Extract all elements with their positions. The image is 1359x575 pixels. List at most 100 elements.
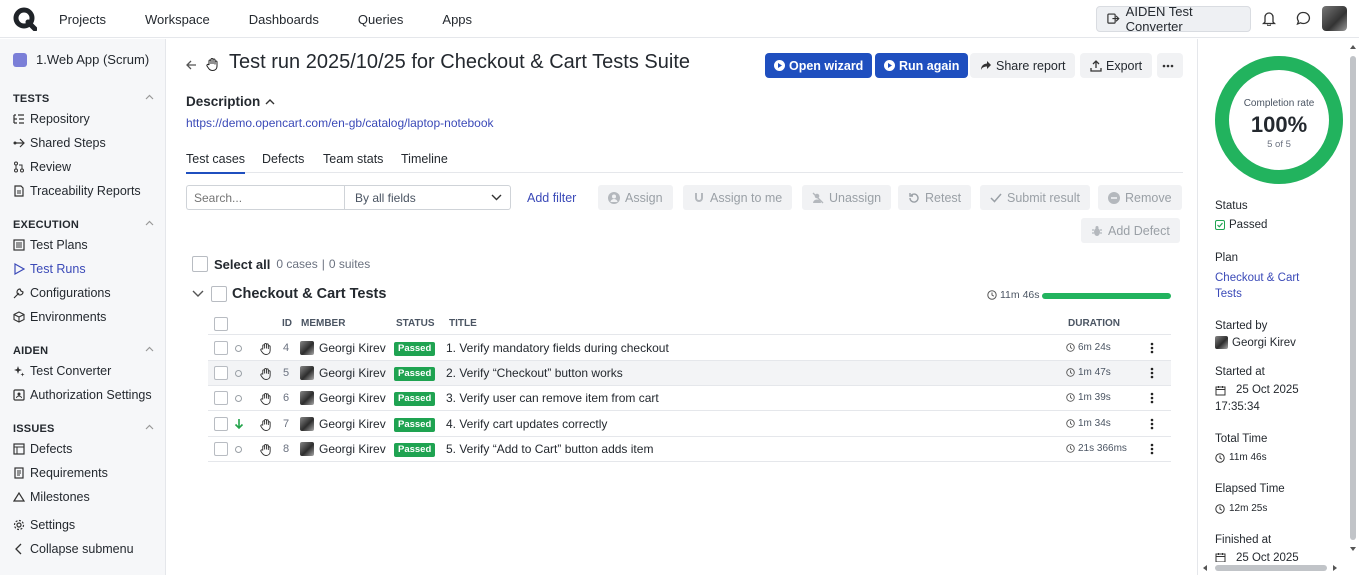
assign-button[interactable]: Assign <box>598 185 673 210</box>
sidebar-item-label: Environments <box>30 310 107 324</box>
nav-apps[interactable]: Apps <box>442 12 472 27</box>
sidebar-item-defects[interactable]: Defects <box>13 442 72 456</box>
suite-checkbox[interactable] <box>211 286 227 302</box>
row-checkbox[interactable] <box>214 366 228 380</box>
submit-result-button[interactable]: Submit result <box>980 185 1090 210</box>
bell-icon[interactable] <box>1262 11 1276 26</box>
sidebar-item-milestones[interactable]: Milestones <box>13 490 90 504</box>
more-vertical-icon[interactable] <box>1150 443 1154 455</box>
status-text: Passed <box>1229 219 1268 231</box>
row-title[interactable]: 3. Verify user can remove item from cart <box>446 391 659 405</box>
user-circle-icon <box>608 191 620 204</box>
scroll-down-icon[interactable] <box>1349 546 1357 552</box>
row-title[interactable]: 4. Verify cart updates correctly <box>446 417 607 431</box>
sidebar-item-label: Defects <box>30 442 73 456</box>
table-row[interactable]: 5 Georgi Kirev Passed 2. Verify “Checkou… <box>208 361 1171 386</box>
run-again-button[interactable]: Run again <box>875 53 969 78</box>
tab-timeline[interactable]: Timeline <box>401 152 448 166</box>
sidebar-item-test-plans[interactable]: Test Plans <box>13 238 88 252</box>
retest-button[interactable]: Retest <box>898 185 972 210</box>
description-link[interactable]: https://demo.opencart.com/en-gb/catalog/… <box>186 116 494 130</box>
assign-to-me-button[interactable]: Assign to me <box>683 185 793 210</box>
retest-label: Retest <box>925 190 962 205</box>
sidebar-item-review[interactable]: Review <box>13 160 71 174</box>
sidebar-item-traceability[interactable]: Traceability Reports <box>13 184 141 198</box>
plan-link[interactable]: Checkout & Cart Tests <box>1215 270 1325 302</box>
more-actions-button[interactable] <box>1157 53 1183 78</box>
column-title[interactable]: TITLE <box>449 318 477 329</box>
sidebar-item-requirements[interactable]: Requirements <box>13 466 108 480</box>
sidebar-item-label: Test Plans <box>30 238 88 252</box>
table-row[interactable]: 4 Georgi Kirev Passed 1. Verify mandator… <box>208 336 1171 361</box>
sidebar-item-settings[interactable]: Settings <box>13 518 75 532</box>
row-checkbox[interactable] <box>214 341 228 355</box>
nav-workspace[interactable]: Workspace <box>145 12 210 27</box>
row-checkbox[interactable] <box>214 417 228 431</box>
nav-queries[interactable]: Queries <box>358 12 404 27</box>
description-toggle[interactable]: Description <box>186 94 275 109</box>
nav-dashboards[interactable]: Dashboards <box>249 12 319 27</box>
chat-icon[interactable] <box>1296 11 1311 26</box>
magnet-icon <box>695 192 703 202</box>
sidebar-item-test-runs[interactable]: Test Runs <box>13 262 86 276</box>
table-row[interactable]: 6 Georgi Kirev Passed 3. Verify user can… <box>208 386 1171 411</box>
row-title[interactable]: 5. Verify “Add to Cart” button adds item <box>446 442 653 456</box>
header-checkbox[interactable] <box>214 317 228 331</box>
scroll-left-icon[interactable] <box>1202 564 1208 572</box>
table-row[interactable]: 7 Georgi Kirev Passed 4. Verify cart upd… <box>208 412 1171 437</box>
unassign-button[interactable]: Unassign <box>802 185 892 210</box>
add-filter-link[interactable]: Add filter <box>527 191 576 205</box>
remove-button[interactable]: Remove <box>1098 185 1182 210</box>
sidebar-item-label: Shared Steps <box>30 136 106 150</box>
search-input[interactable] <box>186 185 345 210</box>
collapse-submenu-button[interactable]: Collapse submenu <box>13 542 134 556</box>
project-selector[interactable]: 1.Web App (Scrum) <box>13 52 149 67</box>
table-row[interactable]: 8 Georgi Kirev Passed 5. Verify “Add to … <box>208 437 1171 462</box>
more-vertical-icon[interactable] <box>1150 342 1154 354</box>
sidebar-item-authorization[interactable]: Authorization Settings <box>13 388 152 402</box>
tab-team-stats[interactable]: Team stats <box>323 152 383 166</box>
row-member: Georgi Kirev <box>319 391 386 405</box>
more-vertical-icon[interactable] <box>1150 418 1154 430</box>
chevron-up-icon[interactable] <box>145 93 154 102</box>
nav-projects[interactable]: Projects <box>59 12 106 27</box>
scroll-up-icon[interactable] <box>1349 44 1357 50</box>
started-at-label: Started at <box>1215 366 1265 378</box>
column-member[interactable]: MEMBER <box>301 318 345 329</box>
chevron-up-icon[interactable] <box>145 219 154 228</box>
sidebar-item-shared-steps[interactable]: Shared Steps <box>13 136 106 150</box>
sidebar-item-repository[interactable]: Repository <box>13 112 90 126</box>
column-id[interactable]: ID <box>282 318 292 329</box>
vertical-scrollbar[interactable] <box>1350 56 1356 540</box>
horizontal-scrollbar[interactable] <box>1215 565 1327 571</box>
tab-defects[interactable]: Defects <box>262 152 304 166</box>
column-duration[interactable]: DURATION <box>1068 318 1120 329</box>
share-report-button[interactable]: Share report <box>970 53 1076 78</box>
row-checkbox[interactable] <box>214 442 228 456</box>
status-circle-icon <box>235 370 242 377</box>
column-status[interactable]: STATUS <box>396 318 435 329</box>
sidebar-item-test-converter[interactable]: Test Converter <box>13 364 111 378</box>
app-logo[interactable] <box>13 7 37 31</box>
open-wizard-button[interactable]: Open wizard <box>765 53 873 78</box>
export-button[interactable]: Export <box>1080 53 1153 78</box>
chevron-up-icon[interactable] <box>145 345 154 354</box>
export-label: Export <box>1106 58 1143 73</box>
row-title[interactable]: 1. Verify mandatory fields during checko… <box>446 341 669 355</box>
select-all-checkbox[interactable] <box>192 256 208 272</box>
chevron-up-icon[interactable] <box>145 423 154 432</box>
user-avatar[interactable] <box>1322 6 1347 31</box>
tab-test-cases[interactable]: Test cases <box>186 152 246 174</box>
sidebar-item-environments[interactable]: Environments <box>13 310 106 324</box>
row-checkbox[interactable] <box>214 391 228 405</box>
more-vertical-icon[interactable] <box>1150 392 1154 404</box>
row-title[interactable]: 2. Verify “Checkout” button works <box>446 366 623 380</box>
back-arrow-icon[interactable] <box>185 59 197 71</box>
sidebar-item-configurations[interactable]: Configurations <box>13 286 111 300</box>
chevron-down-icon[interactable] <box>192 290 204 298</box>
aiden-converter-button[interactable]: AIDEN Test Converter <box>1096 4 1251 34</box>
scroll-right-icon[interactable] <box>1332 564 1338 572</box>
add-defect-button[interactable]: Add Defect <box>1081 218 1180 243</box>
field-select[interactable]: By all fields <box>344 185 511 210</box>
more-vertical-icon[interactable] <box>1150 367 1154 379</box>
